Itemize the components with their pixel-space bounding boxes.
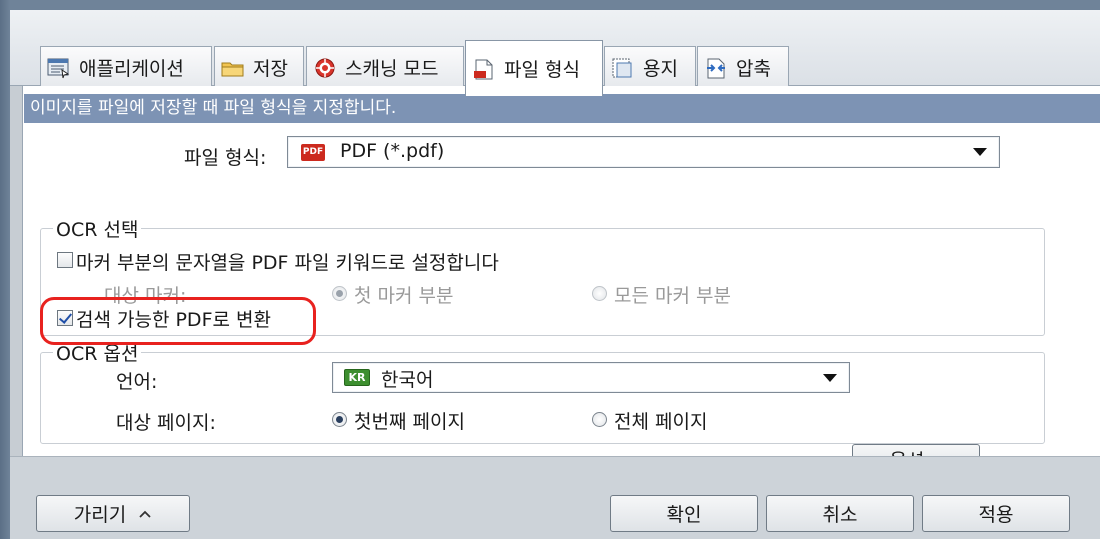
tab-save[interactable]: 저장 <box>214 46 304 88</box>
chevron-up-icon <box>139 510 151 518</box>
folder-icon <box>221 62 244 76</box>
ocr-select-legend: OCR 선택 <box>53 215 142 242</box>
tab-label: 파일 형식 <box>504 59 580 81</box>
pdf-badge-icon: PDF <box>301 144 325 161</box>
file-format-select[interactable]: PDF PDF (*.pdf) <box>287 136 1000 168</box>
file-format-value: PDF (*.pdf) <box>340 140 445 162</box>
all-markers-radio[interactable] <box>592 286 607 301</box>
tab-label: 압축 <box>736 58 771 80</box>
ok-button-label: 확인 <box>666 504 702 526</box>
compression-icon <box>707 58 725 78</box>
language-select[interactable]: KR 한국어 <box>332 362 850 393</box>
file-format-icon <box>474 59 493 79</box>
tab-label: 저장 <box>253 58 288 80</box>
marker-keyword-checkbox[interactable] <box>57 252 73 268</box>
tab-file-format[interactable]: 파일 형식 <box>465 40 603 96</box>
panel-description: 이미지를 파일에 저장할 때 파일 형식을 지정합니다. <box>24 94 1100 123</box>
language-label: 언어: <box>116 371 158 393</box>
all-pages-label: 전체 페이지 <box>614 411 708 433</box>
application-icon <box>47 58 70 78</box>
tab-paper[interactable]: 용지 <box>604 46 696 88</box>
paper-icon <box>612 58 632 77</box>
tab-strip: 애플리케이션 저장 스캐닝 모드 파일 형식 용지 압축 <box>10 10 1100 96</box>
first-marker-radio[interactable] <box>332 286 347 301</box>
chevron-down-icon <box>973 148 987 156</box>
first-marker-label: 첫 마커 부분 <box>354 285 454 307</box>
apply-button-label: 적용 <box>978 504 1014 526</box>
hide-button[interactable]: 가리기 <box>36 495 190 532</box>
window-top-edge <box>10 0 1100 10</box>
apply-button[interactable]: 적용 <box>922 495 1070 532</box>
ok-button[interactable]: 확인 <box>610 495 758 532</box>
tab-scanning-mode[interactable]: 스캐닝 모드 <box>306 46 464 88</box>
first-page-radio[interactable] <box>332 412 347 427</box>
chevron-down-icon <box>823 373 837 382</box>
all-markers-label: 모든 마커 부분 <box>614 285 731 307</box>
tab-label: 스캐닝 모드 <box>345 58 439 80</box>
scan-mode-icon <box>315 58 335 77</box>
language-value: 한국어 <box>381 369 434 391</box>
marker-keyword-label: 마커 부분의 문자열을 PDF 파일 키워드로 설정합니다 <box>76 252 499 274</box>
window-left-edge <box>0 0 10 539</box>
cancel-button-label: 취소 <box>822 504 858 526</box>
file-format-label: 파일 형식: <box>184 147 267 169</box>
target-page-label: 대상 페이지: <box>116 412 216 434</box>
annotation-highlight <box>40 297 316 345</box>
all-pages-radio[interactable] <box>592 412 607 427</box>
hide-button-label: 가리기 <box>73 504 127 526</box>
tab-label: 애플리케이션 <box>79 58 184 80</box>
tab-label: 용지 <box>643 58 678 80</box>
tab-compression[interactable]: 압축 <box>697 46 789 88</box>
first-page-label: 첫번째 페이지 <box>354 411 465 433</box>
tab-application[interactable]: 애플리케이션 <box>40 46 212 88</box>
korean-flag-icon: KR <box>344 369 370 386</box>
cancel-button[interactable]: 취소 <box>766 495 914 532</box>
